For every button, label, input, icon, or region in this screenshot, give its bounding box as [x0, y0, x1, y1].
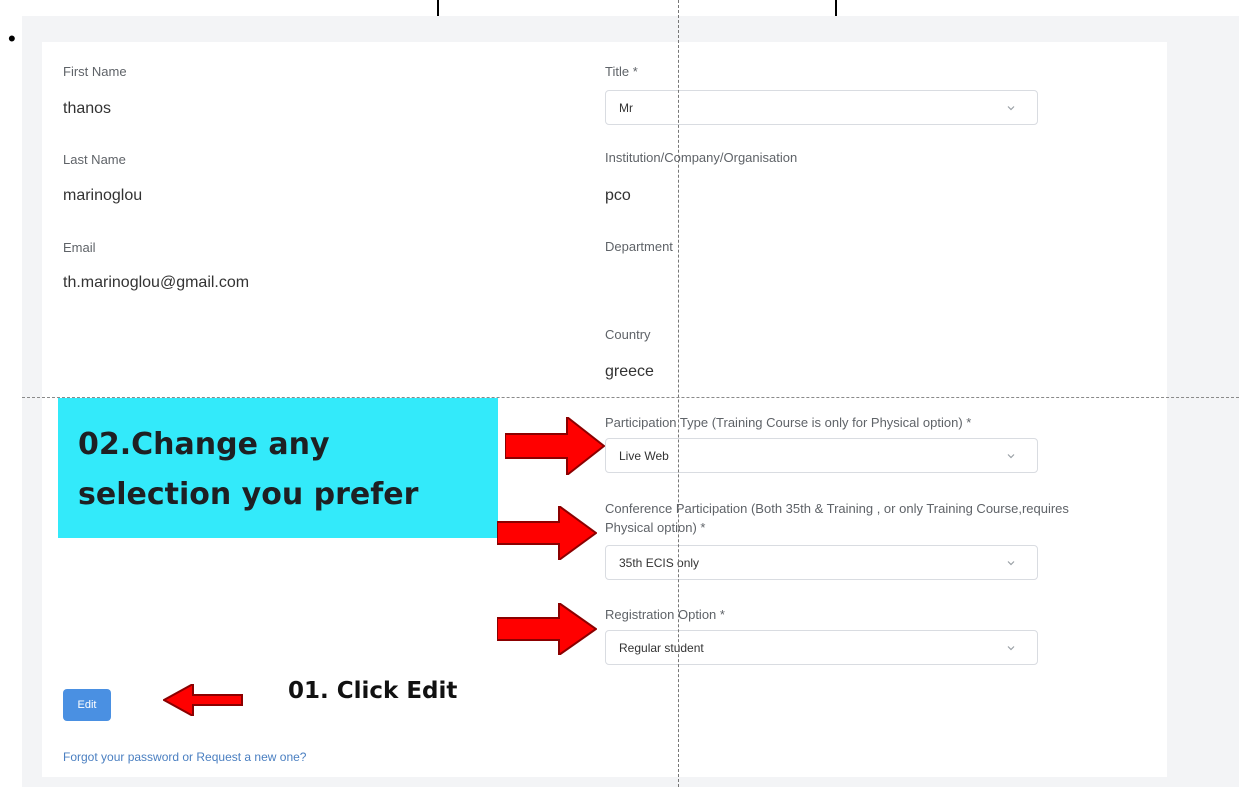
callout-text: 02.Change any selection you prefer	[78, 420, 498, 520]
instruction-callout: 02.Change any selection you prefer	[58, 398, 498, 538]
conference-participation-value: 35th ECIS only	[619, 556, 700, 570]
last-name-label: Last Name	[63, 152, 126, 167]
registration-option-value: Regular student	[619, 641, 704, 655]
email-value: th.marinoglou@gmail.com	[63, 274, 250, 291]
participation-type-select[interactable]: Live Web	[605, 438, 1038, 473]
arrow-right-icon	[497, 603, 597, 655]
last-name-value: marinoglou	[63, 187, 143, 204]
forgot-password-link[interactable]: Forgot your password or Request a new on…	[63, 750, 306, 764]
conference-participation-label-line2: Physical option) *	[605, 520, 706, 535]
institution-value: pco	[605, 187, 631, 204]
arrow-right-icon	[505, 417, 605, 475]
edit-instruction-note: 01. Click Edit	[288, 678, 458, 704]
registration-option-select[interactable]: Regular student	[605, 630, 1038, 665]
arrow-right-icon	[497, 506, 597, 560]
country-value: greece	[605, 363, 654, 380]
title-label: Title *	[605, 64, 638, 79]
chevron-down-icon	[1007, 646, 1015, 651]
registration-option-label: Registration Option *	[605, 607, 725, 622]
chevron-down-icon	[1007, 454, 1015, 459]
edit-button[interactable]: Edit	[63, 689, 111, 721]
conference-participation-label-line1: Conference Participation (Both 35th & Tr…	[605, 501, 1069, 516]
first-name-value: thanos	[63, 100, 112, 117]
callout-line-1: 02.Change any	[78, 427, 330, 462]
callout-line-2: selection you prefer	[78, 477, 419, 512]
title-select[interactable]: Mr	[605, 90, 1038, 125]
bullet-point: •	[8, 26, 16, 51]
department-label: Department	[605, 239, 673, 254]
conference-participation-select[interactable]: 35th ECIS only	[605, 545, 1038, 580]
title-select-value: Mr	[619, 101, 633, 115]
institution-label: Institution/Company/Organisation	[605, 150, 798, 165]
participation-type-label: Participation Type (Training Course is o…	[605, 415, 972, 430]
chevron-down-icon	[1007, 106, 1015, 111]
vertical-guide-line	[678, 0, 679, 787]
arrow-left-icon	[163, 684, 243, 716]
participation-type-value: Live Web	[619, 449, 669, 463]
email-label: Email	[63, 240, 96, 255]
first-name-label: First Name	[63, 64, 127, 79]
chevron-down-icon	[1007, 561, 1015, 566]
country-label: Country	[605, 327, 651, 342]
